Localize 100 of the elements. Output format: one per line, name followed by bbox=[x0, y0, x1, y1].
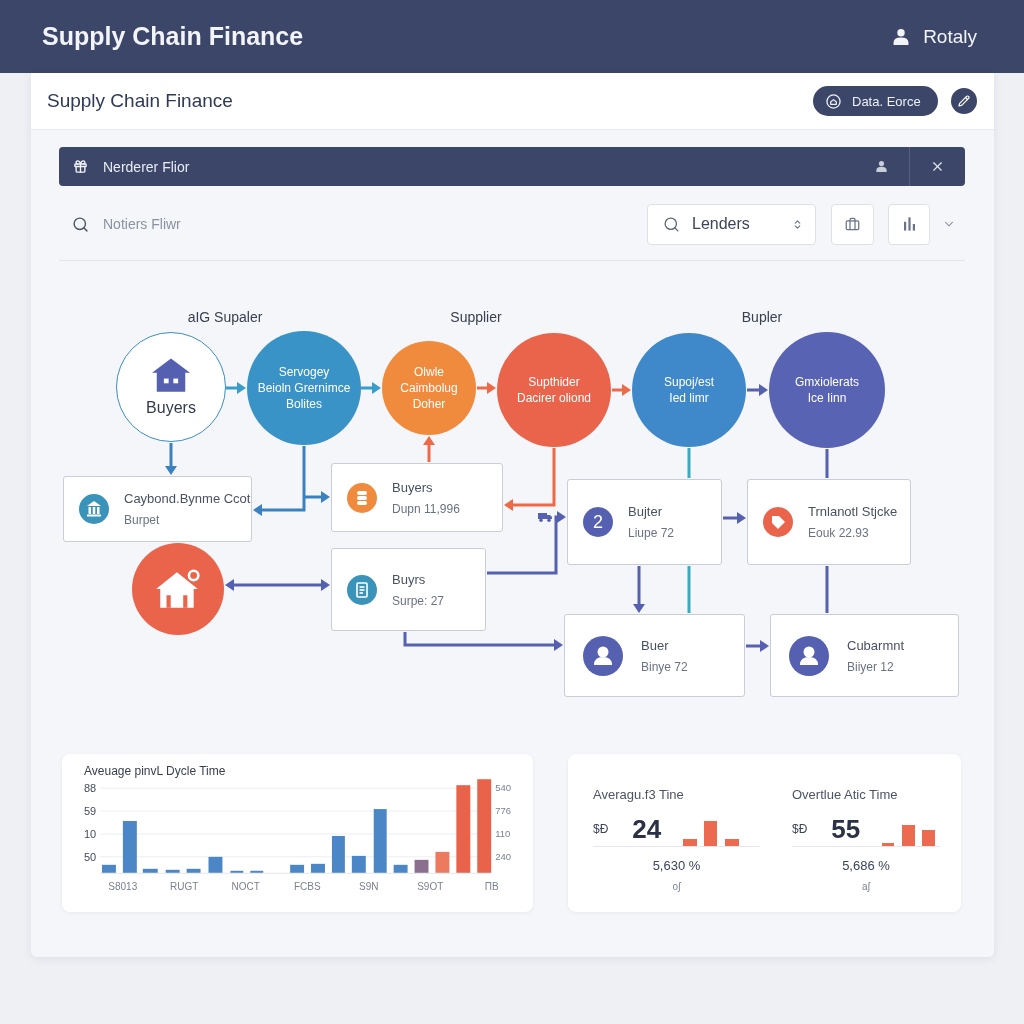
chart-bar bbox=[290, 864, 304, 873]
house-icon bbox=[152, 357, 190, 392]
card-detail: Binye 72 bbox=[641, 659, 688, 674]
flow-arrow bbox=[305, 491, 330, 503]
axis-label: 50 bbox=[84, 851, 97, 863]
mini-chart-bar bbox=[725, 839, 740, 846]
mini-chart-bar bbox=[704, 821, 718, 846]
card-title: Cubarmnt bbox=[847, 637, 905, 653]
app-title: Supply Chain Finance bbox=[42, 22, 304, 51]
metric-value: 24 bbox=[632, 814, 662, 844]
filter-dropdown[interactable]: Lenders bbox=[647, 203, 816, 245]
card-detail: Biiyer 12 bbox=[847, 659, 894, 674]
mini-chart-bar bbox=[922, 830, 936, 846]
close-icon bbox=[930, 159, 945, 174]
flow-arrow bbox=[746, 640, 769, 652]
axis-label: 776 bbox=[495, 805, 511, 817]
card-detail: Dupn 11,996 bbox=[392, 501, 460, 516]
stage-label: Gmxiolerats Ice Iinn bbox=[795, 374, 859, 406]
metric-unit: $Ð bbox=[792, 822, 808, 836]
flow-arrow bbox=[165, 443, 177, 475]
axis-label: RUGT bbox=[170, 880, 199, 894]
metric-unit: $Ð bbox=[593, 822, 609, 836]
chart-bar bbox=[373, 809, 387, 873]
flow-arrow bbox=[423, 436, 435, 462]
card-title: Trnlanotl Stjcke bbox=[808, 504, 898, 519]
briefcase-button[interactable] bbox=[831, 203, 874, 245]
axis-label: 240 bbox=[495, 851, 511, 863]
metric-change: 5,686 % bbox=[842, 858, 890, 874]
search-icon bbox=[663, 215, 680, 233]
card-detail: Liupe 72 bbox=[628, 526, 675, 540]
banner-title: Nerderer Flior bbox=[103, 158, 191, 175]
user-name: Rotaly bbox=[923, 25, 977, 48]
user-icon[interactable] bbox=[893, 28, 910, 45]
flow-arrow bbox=[226, 382, 246, 394]
chart-bar bbox=[122, 821, 137, 873]
flow-arrow bbox=[612, 384, 631, 396]
card-detail: Burpet bbox=[124, 513, 160, 527]
chart-bar bbox=[351, 855, 366, 873]
chart-button[interactable] bbox=[888, 203, 930, 245]
card-title: Buyers bbox=[392, 479, 433, 495]
connector-line bbox=[687, 566, 691, 613]
search-field[interactable]: Notiers Fliwr bbox=[103, 213, 263, 235]
flow-arrow bbox=[723, 512, 746, 524]
mini-chart-bar bbox=[902, 825, 916, 846]
axis-label: 59 bbox=[84, 805, 97, 817]
connector-line bbox=[825, 566, 829, 613]
truck-icon bbox=[538, 512, 552, 522]
chart-bar bbox=[414, 859, 429, 873]
card-title: Bujter bbox=[628, 504, 662, 519]
briefcase-icon bbox=[845, 216, 860, 232]
card-detail: Eouk 22.93 bbox=[808, 526, 869, 540]
column-header: Supplier bbox=[450, 309, 502, 325]
axis-label: S8013 bbox=[108, 880, 138, 894]
stage-label: Olwle Caimbolug Doher bbox=[400, 364, 458, 412]
bar-chart-icon bbox=[903, 217, 915, 231]
edit-button[interactable] bbox=[951, 88, 977, 114]
card-title: Caybond.Bynme Ccot bbox=[124, 491, 251, 506]
column-header: aIG Supaler bbox=[187, 309, 263, 325]
chart-bar bbox=[331, 835, 345, 873]
connector-line bbox=[687, 448, 691, 478]
stage-label: Buyers bbox=[146, 397, 196, 417]
axis-label: 540 bbox=[495, 782, 511, 794]
up-down-icon bbox=[792, 218, 803, 230]
metric-note: oʃ bbox=[672, 881, 681, 893]
mini-chart-bar bbox=[683, 839, 698, 846]
axis-label: S9N bbox=[359, 880, 379, 894]
card-title: Buyrs bbox=[392, 571, 426, 587]
number-badge: 2 bbox=[583, 507, 613, 537]
axis-label: 10 bbox=[84, 828, 97, 840]
column-header: Bupler bbox=[741, 309, 783, 325]
gift-icon bbox=[73, 159, 88, 174]
stage-label: Supoj/est Ied limr bbox=[663, 374, 714, 406]
axis-label: S9OT bbox=[417, 880, 444, 894]
metric-title: Averagu.f3 Tine bbox=[593, 788, 684, 802]
metric-title: Overtlue Atic Time bbox=[792, 788, 898, 802]
chart-title: Aveuage pinvL Dycle Time bbox=[84, 764, 226, 778]
panel-title: Supply Chain Finance bbox=[47, 90, 233, 112]
chart-bar bbox=[101, 864, 116, 873]
chart-bar bbox=[230, 870, 244, 873]
flow-arrow bbox=[477, 382, 496, 394]
chart-bar bbox=[310, 863, 325, 873]
flow-arrow bbox=[747, 384, 768, 396]
pencil-icon bbox=[958, 95, 970, 107]
axis-label: 88 bbox=[84, 782, 97, 794]
search-icon bbox=[72, 215, 89, 233]
axis-label: NOCT bbox=[231, 880, 260, 894]
chart-bar bbox=[165, 869, 180, 873]
elbow-arrow bbox=[253, 446, 306, 516]
chart-bar bbox=[393, 864, 408, 873]
card-title: Buer bbox=[641, 637, 669, 653]
card-detail: Surpe: 27 bbox=[392, 593, 445, 608]
metric-change: 5,630 % bbox=[652, 858, 701, 874]
metric-value: 55 bbox=[831, 814, 861, 844]
stage-label: Servogey Beioln Grernimce Bolites bbox=[257, 364, 351, 412]
chart-bar bbox=[250, 870, 264, 873]
axis-label: ΠB bbox=[484, 880, 499, 894]
mini-chart-bar bbox=[882, 843, 895, 846]
user-icon[interactable] bbox=[876, 161, 887, 172]
data-source-button[interactable]: Data. Eorce bbox=[813, 86, 938, 116]
chart-bar bbox=[186, 868, 201, 873]
